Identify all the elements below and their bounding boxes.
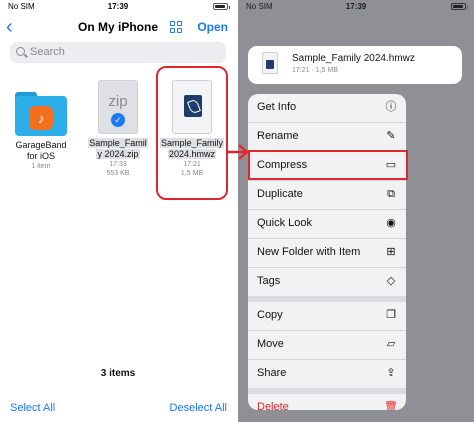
menu-item-copy[interactable]: Copy ❐ [248, 302, 406, 330]
eye-icon: ◉ [386, 217, 396, 229]
file-thumbnail-icon [262, 52, 278, 74]
menu-label: Copy [257, 309, 283, 321]
share-icon: ⇪ [386, 367, 396, 379]
menu-label: Quick Look [257, 217, 313, 229]
trash-icon: 🗑 [384, 401, 398, 410]
files-browser-pane: No SIM 17:39 ‹ On My iPhone Open Search … [0, 0, 236, 422]
context-menu: Get Info ⓘ Rename ✎ Compress ▭ Duplicate… [248, 94, 406, 410]
folder-plus-icon: ⊞ [386, 246, 396, 258]
file-preview-card: Sample_Family 2024.hmwz 17:21 · 1,5 MB [248, 46, 462, 84]
menu-item-share[interactable]: Share ⇪ [248, 360, 406, 388]
battery-icon [213, 3, 230, 10]
file-name-line1: Sample_Famil [88, 138, 148, 148]
pencil-icon: ✎ [386, 130, 396, 142]
select-all-button[interactable]: Select All [10, 402, 55, 414]
menu-item-move[interactable]: Move ▱ [248, 331, 406, 359]
folder-icon: ♪ [15, 92, 67, 136]
items-count: 3 items [100, 368, 136, 379]
file-item-zip[interactable]: zip ✓ Sample_Famil y 2024.zip 17:33 553 … [86, 80, 150, 190]
navigation-bar: ‹ On My iPhone Open [0, 16, 236, 40]
file-item-garageband[interactable]: ♪ GarageBand for iOS 1 item [12, 92, 70, 182]
menu-label: Tags [257, 275, 281, 287]
open-button[interactable]: Open [197, 20, 228, 34]
file-meta-time: 17:33 [109, 161, 127, 168]
duplicate-icon: ⧉ [387, 188, 395, 200]
guitar-icon: ♪ [29, 106, 53, 130]
status-time: 17:39 [345, 2, 367, 11]
file-meta: 1 item [31, 163, 51, 170]
status-bar: No SIM 17:39 [238, 0, 474, 14]
search-placeholder: Search [30, 46, 65, 58]
menu-label: Share [257, 367, 287, 379]
info-icon: ⓘ [385, 101, 397, 113]
preview-file-meta: 17:21 · 1,5 MB [292, 67, 338, 74]
context-menu-pane: No SIM 17:39 Sample_Family 2024.hmwz 17:… [238, 0, 474, 422]
menu-item-delete[interactable]: Delete 🗑 [248, 394, 406, 410]
file-meta-size: 553 KB [106, 170, 130, 177]
search-icon [16, 47, 25, 56]
preview-file-name: Sample_Family 2024.hmwz [292, 53, 415, 64]
menu-label: Move [257, 338, 284, 350]
file-name-line2: for iOS [26, 151, 55, 161]
compress-highlight [248, 150, 408, 180]
arrow-icon [227, 144, 249, 160]
menu-label: New Folder with Item [257, 246, 361, 258]
copy-icon: ❐ [386, 309, 396, 321]
status-time: 17:39 [107, 2, 129, 11]
file-name-line1: GarageBand [15, 140, 67, 150]
menu-item-tags[interactable]: Tags ◇ [248, 268, 406, 296]
zip-label: zip [108, 93, 128, 110]
file-name-line2: y 2024.zip [96, 149, 140, 159]
battery-icon [451, 3, 468, 10]
tag-icon: ◇ [386, 275, 396, 287]
menu-item-duplicate[interactable]: Duplicate ⧉ [248, 181, 406, 209]
menu-item-rename[interactable]: Rename ✎ [248, 123, 406, 151]
checkmark-icon: ✓ [111, 113, 125, 127]
menu-label: Delete [257, 401, 289, 410]
grid-view-icon[interactable] [170, 21, 182, 33]
deselect-all-button[interactable]: Deselect All [170, 402, 227, 414]
search-field[interactable]: Search [10, 42, 226, 63]
menu-item-quick-look[interactable]: Quick Look ◉ [248, 210, 406, 238]
status-bar: No SIM 17:39 [0, 0, 236, 14]
folder-icon: ▱ [386, 338, 396, 350]
menu-label: Get Info [257, 101, 297, 113]
menu-label: Rename [257, 130, 299, 142]
menu-item-get-info[interactable]: Get Info ⓘ [248, 94, 406, 122]
zip-file-icon: zip ✓ [98, 80, 138, 134]
menu-item-new-folder[interactable]: New Folder with Item ⊞ [248, 239, 406, 267]
selection-highlight [156, 66, 228, 200]
menu-label: Duplicate [257, 188, 303, 200]
